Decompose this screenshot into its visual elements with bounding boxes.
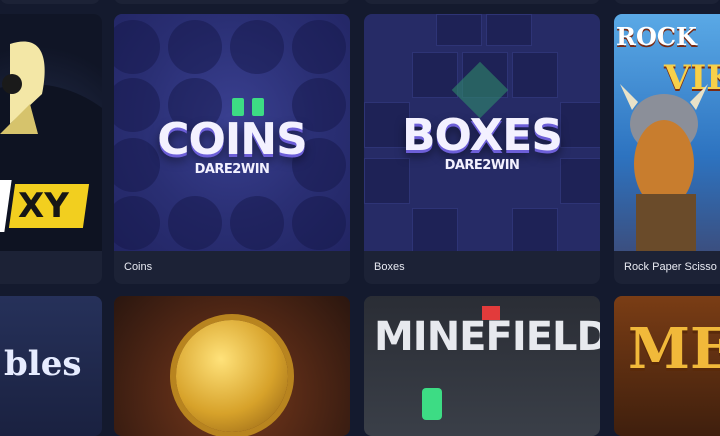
gem-icon xyxy=(422,388,442,420)
game-card-rock-paper-scissors[interactable]: ROCK VIK Rock Paper Scisso xyxy=(614,14,720,284)
game-card-bubbles[interactable]: bles xyxy=(0,296,102,436)
game-thumbnail: COINS DARE2WIN xyxy=(114,14,350,251)
bubbles-logo: bles xyxy=(4,344,82,384)
game-thumbnail: bles xyxy=(0,296,102,436)
mega-logo: ME xyxy=(628,316,720,382)
game-thumbnail: ROCK VIK xyxy=(614,14,720,251)
game-card-coins[interactable]: COINS DARE2WIN Coins xyxy=(114,14,350,284)
game-card-mega[interactable]: ME xyxy=(614,296,720,436)
hexy-logo: XY xyxy=(0,172,90,232)
game-title: Rock Paper Scisso xyxy=(624,261,717,273)
coins-logo-title: COINS xyxy=(157,114,308,165)
game-thumbnail: MINEFIELD xyxy=(364,296,600,436)
game-thumbnail xyxy=(114,296,350,436)
dare2win-logo: DARE2WIN xyxy=(444,158,520,173)
game-card-boxes[interactable]: BOXES DARE2WIN Boxes xyxy=(364,14,600,284)
game-card-hexy[interactable]: XY xyxy=(0,14,102,284)
previous-row-edge xyxy=(0,0,720,5)
game-card-gold-coin[interactable] xyxy=(114,296,350,436)
game-thumbnail: BOXES DARE2WIN xyxy=(364,14,600,251)
game-title: Boxes xyxy=(374,261,405,273)
dare2win-logo: DARE2WIN xyxy=(194,162,270,177)
game-thumbnail: ME xyxy=(614,296,720,436)
boxes-logo-title: BOXES xyxy=(401,110,563,161)
game-title: Coins xyxy=(124,261,153,273)
game-card-minefield[interactable]: MINEFIELD xyxy=(364,296,600,436)
minefield-logo: MINEFIELD xyxy=(374,314,600,360)
gold-coin-icon xyxy=(176,320,288,432)
viking-illustration xyxy=(620,84,708,251)
game-thumbnail: XY xyxy=(0,14,102,251)
flag-icon xyxy=(482,306,500,320)
